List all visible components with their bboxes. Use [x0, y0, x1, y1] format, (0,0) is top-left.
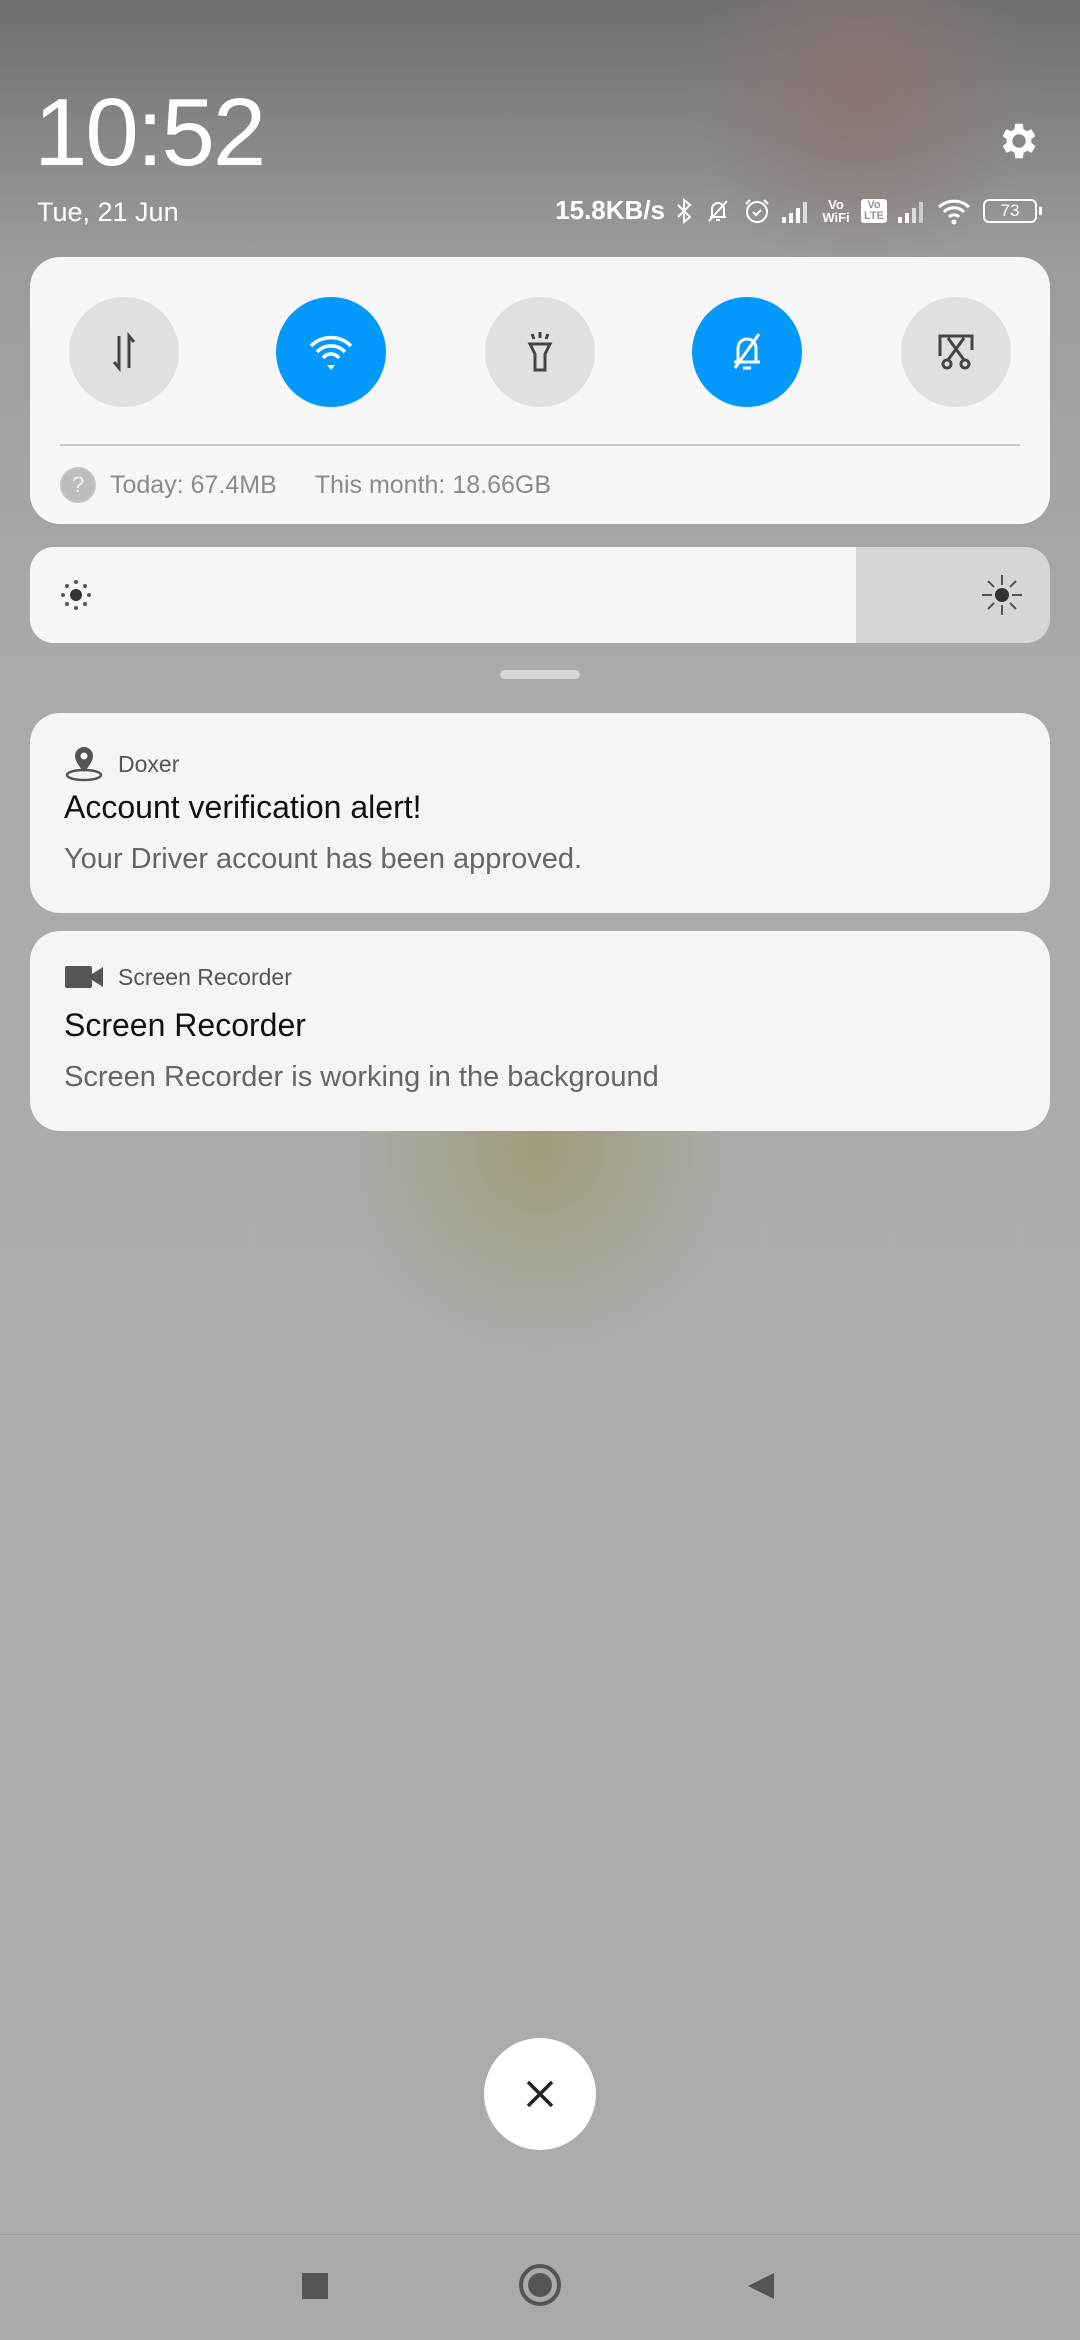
data-usage[interactable]: ? Today: 67.4MB This month: 18.66GB	[60, 467, 551, 503]
back-button[interactable]	[746, 2271, 776, 2301]
help-icon: ?	[60, 467, 96, 503]
notification-body: Your Driver account has been approved.	[64, 843, 583, 875]
location-pin-icon	[65, 747, 103, 782]
wifi-icon	[937, 199, 971, 224]
clear-all-button[interactable]	[484, 2038, 596, 2150]
brightness-low-icon	[61, 580, 91, 610]
volte-badge: Vo LTE	[861, 198, 887, 223]
app-name: Doxer	[118, 750, 180, 777]
alarm-icon	[745, 198, 769, 223]
screenshot-toggle[interactable]	[901, 297, 1011, 407]
navigation-bar	[0, 2234, 1080, 2340]
close-icon	[526, 2080, 554, 2108]
app-name: Screen Recorder	[118, 963, 292, 990]
signal-icon-2	[898, 201, 923, 223]
video-camera-icon	[65, 966, 103, 988]
quick-settings-panel: ? Today: 67.4MB This month: 18.66GB	[30, 257, 1050, 524]
usage-today: Today: 67.4MB	[110, 470, 277, 499]
signal-icon-1	[782, 201, 807, 223]
silent-toggle[interactable]	[692, 297, 802, 407]
notification-title: Account verification alert!	[64, 789, 422, 825]
status-icons: 15.8KB/s Vo WiFi Vo LTE 73	[555, 195, 1042, 226]
brightness-fill	[30, 547, 857, 643]
notification-body: Screen Recorder is working in the backgr…	[64, 1061, 659, 1093]
wifi-icon	[309, 335, 353, 370]
divider	[60, 444, 1020, 446]
scissors-screenshot-icon	[938, 334, 974, 370]
notification-doxer[interactable]: Doxer Account verification alert! Your D…	[30, 713, 1050, 913]
home-button[interactable]	[519, 2264, 561, 2306]
notification-screen-recorder[interactable]: Screen Recorder Screen Recorder Screen R…	[30, 931, 1050, 1131]
recents-button[interactable]	[302, 2273, 328, 2299]
clock[interactable]: 10:52	[34, 78, 266, 188]
silent-bell-icon	[733, 333, 761, 370]
bluetooth-icon	[677, 197, 692, 224]
flashlight-icon	[527, 332, 553, 372]
silent-bell-icon	[708, 199, 728, 222]
network-speed: 15.8KB/s	[555, 195, 665, 225]
notification-title: Screen Recorder	[64, 1007, 306, 1043]
usage-month: This month: 18.66GB	[314, 470, 551, 499]
wifi-toggle[interactable]	[276, 297, 386, 407]
settings-gear-icon[interactable]	[996, 118, 1042, 164]
date[interactable]: Tue, 21 Jun	[37, 197, 179, 228]
vowifi-label: Vo WiFi	[822, 196, 850, 225]
drag-handle[interactable]	[500, 670, 580, 679]
brightness-slider[interactable]	[30, 547, 1050, 643]
battery-indicator: 73	[983, 198, 1042, 223]
flashlight-toggle[interactable]	[485, 297, 595, 407]
mobile-data-toggle[interactable]	[69, 297, 179, 407]
data-arrows-icon	[112, 331, 136, 373]
brightness-high-icon	[982, 575, 1022, 615]
